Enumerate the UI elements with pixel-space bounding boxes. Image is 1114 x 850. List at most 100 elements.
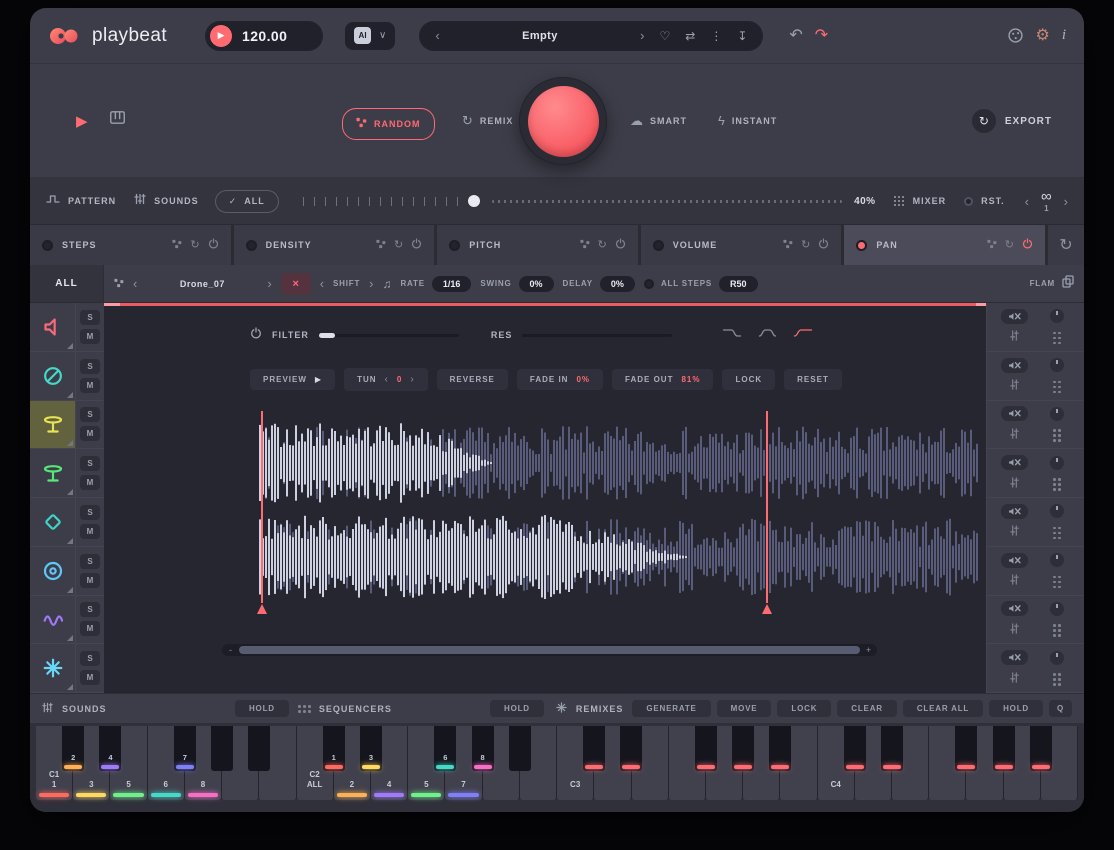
mute-button[interactable]: M	[80, 670, 100, 685]
track-corner-handle[interactable]	[67, 587, 73, 593]
track-corner-handle[interactable]	[67, 538, 73, 544]
sequencers-hold-button[interactable]: HOLD	[490, 700, 544, 717]
step-grid-icon[interactable]	[1052, 428, 1061, 441]
preset-name[interactable]: Empty	[455, 30, 625, 42]
generate-button[interactable]: GENERATE	[632, 700, 710, 717]
track-knob[interactable]	[1050, 553, 1064, 567]
param-tab-density[interactable]: DENSITY↻	[234, 225, 435, 265]
flam-label[interactable]: FLAM	[1030, 279, 1055, 288]
mute-button[interactable]: M	[80, 329, 100, 344]
track-icon-burst[interactable]	[30, 644, 76, 692]
solo-button[interactable]: S	[80, 359, 100, 374]
solo-button[interactable]: S	[80, 310, 100, 325]
black-key[interactable]	[955, 726, 977, 771]
track-knob[interactable]	[1050, 407, 1064, 421]
power-icon[interactable]	[615, 236, 626, 254]
randomizer-globe-icon[interactable]	[1008, 28, 1023, 43]
solo-button[interactable]: S	[80, 456, 100, 471]
swing-value[interactable]: 0%	[519, 276, 554, 292]
track-knob[interactable]	[1050, 651, 1064, 665]
track-corner-handle[interactable]	[67, 489, 73, 495]
shift-left-button[interactable]: ‹	[320, 277, 324, 290]
cycle-params-button[interactable]: ↻	[1048, 225, 1084, 265]
fade-out-control[interactable]: FADE OUT 81%	[612, 369, 713, 390]
solo-button[interactable]: S	[80, 602, 100, 617]
black-key[interactable]	[509, 726, 531, 771]
clear-all-button[interactable]: CLEAR ALL	[903, 700, 983, 717]
mute-button[interactable]: M	[80, 524, 100, 539]
all-toggle-button[interactable]: ✓ ALL	[215, 190, 279, 213]
timeline-strip[interactable]	[104, 303, 986, 306]
solo-button[interactable]: S	[80, 554, 100, 569]
step-grid-icon[interactable]	[1052, 623, 1061, 636]
lock-button[interactable]: LOCK	[722, 369, 775, 390]
track-icon-speaker[interactable]	[30, 303, 76, 351]
param-tab-radio[interactable]	[449, 240, 460, 251]
tune-value[interactable]: 0	[397, 375, 402, 384]
move-button[interactable]: MOVE	[717, 700, 772, 717]
dice-icon[interactable]	[783, 236, 793, 254]
random-sample-dice-icon[interactable]	[114, 275, 124, 293]
preview-button[interactable]: PREVIEW ▶	[250, 369, 335, 390]
step-grid-icon[interactable]	[1052, 380, 1061, 393]
track-knob[interactable]	[1050, 358, 1064, 372]
dice-icon[interactable]	[172, 236, 182, 254]
dice-icon[interactable]	[580, 236, 590, 254]
param-tab-radio[interactable]	[856, 240, 867, 251]
sounds-tab[interactable]: SOUNDS	[134, 192, 199, 210]
track-mute-chip[interactable]	[1001, 406, 1028, 421]
loop-icon[interactable]: ↻	[801, 240, 810, 251]
track-mute-chip[interactable]	[1001, 601, 1028, 616]
sample-next-button[interactable]: ›	[267, 277, 271, 290]
filter-power-icon[interactable]	[250, 326, 262, 344]
reverse-button[interactable]: REVERSE	[437, 369, 508, 390]
loop-icon[interactable]: ↻	[394, 240, 403, 251]
track-mute-chip[interactable]	[1001, 309, 1028, 324]
notes-icon[interactable]: ♫	[382, 277, 391, 291]
power-icon[interactable]	[1022, 236, 1033, 254]
reset-button[interactable]: RESET	[784, 369, 842, 390]
black-key[interactable]	[1030, 726, 1052, 771]
track-icon-wave[interactable]	[30, 596, 76, 644]
track-faders-icon[interactable]	[1009, 328, 1020, 346]
generate-pad-button[interactable]	[528, 86, 599, 157]
preset-prev-button[interactable]: ‹	[435, 29, 439, 42]
rate-value[interactable]: 1/16	[432, 276, 472, 292]
track-icon-shaker[interactable]	[30, 498, 76, 546]
mute-button[interactable]: M	[80, 573, 100, 588]
track-faders-icon[interactable]	[1009, 572, 1020, 590]
filter-slider[interactable]	[319, 334, 459, 337]
fade-out-value[interactable]: 81%	[681, 375, 700, 384]
delay-value[interactable]: 0%	[600, 276, 635, 292]
sample-name[interactable]: Drone_07	[146, 279, 258, 289]
piano-view-icon[interactable]	[110, 111, 125, 124]
power-icon[interactable]	[818, 236, 829, 254]
track-knob[interactable]	[1050, 456, 1064, 470]
sample-prev-button[interactable]: ‹	[133, 277, 137, 290]
highpass-filter-icon[interactable]	[793, 326, 813, 344]
param-tab-radio[interactable]	[42, 240, 53, 251]
black-key[interactable]: 1	[323, 726, 345, 771]
param-tab-radio[interactable]	[246, 240, 257, 251]
param-tab-steps[interactable]: STEPS↻	[30, 225, 231, 265]
black-key[interactable]: 8	[472, 726, 494, 771]
black-key[interactable]	[583, 726, 605, 771]
zoom-in-button[interactable]: +	[862, 644, 875, 656]
metronome-play-icon[interactable]: ▶	[210, 25, 232, 47]
reset-dot-button[interactable]	[964, 197, 973, 206]
export-button[interactable]: ↻ EXPORT	[972, 109, 1052, 133]
undo-button[interactable]: ↶	[789, 28, 802, 44]
bandpass-filter-icon[interactable]	[758, 326, 777, 344]
black-key[interactable]: 7	[174, 726, 196, 771]
track-corner-handle[interactable]	[67, 684, 73, 690]
randomness-tick-scale[interactable]	[303, 197, 463, 206]
favorite-heart-icon[interactable]: ♡	[659, 30, 670, 42]
shuffle-icon[interactable]: ⇄	[685, 30, 695, 42]
param-tab-pitch[interactable]: PITCH↻	[437, 225, 638, 265]
track-mute-chip[interactable]	[1001, 553, 1028, 568]
param-tab-volume[interactable]: VOLUME↻	[641, 225, 842, 265]
black-key[interactable]	[211, 726, 233, 771]
solo-button[interactable]: S	[80, 651, 100, 666]
settings-gear-icon[interactable]: ⚙	[1035, 28, 1049, 44]
bpm-value[interactable]: 120.00	[242, 28, 287, 44]
